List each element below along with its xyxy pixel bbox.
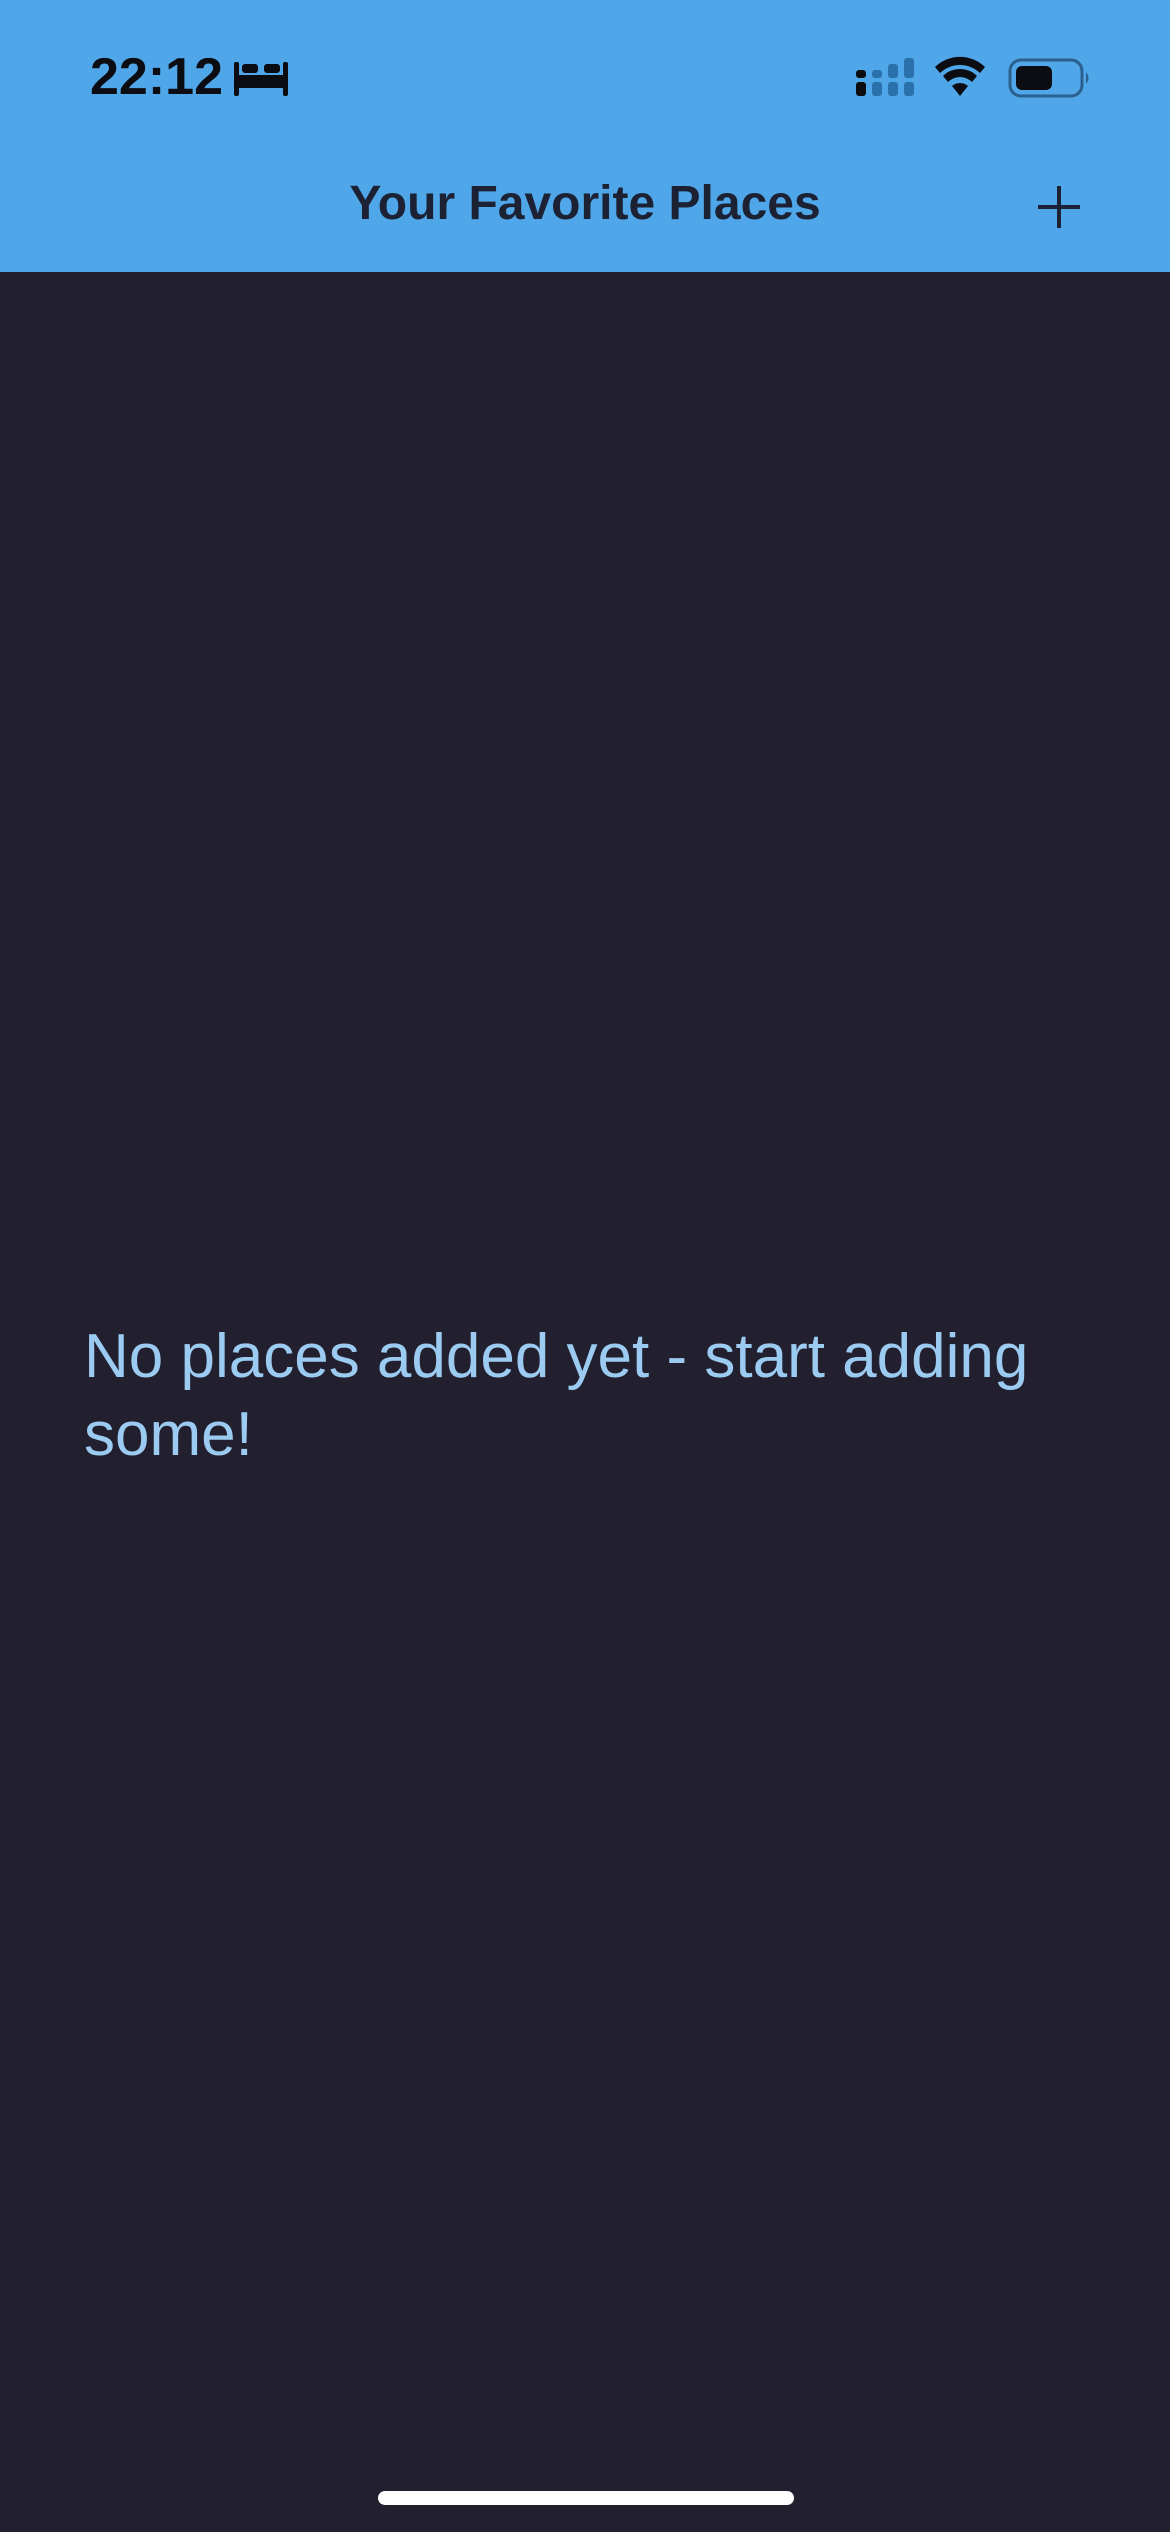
plus-icon bbox=[1030, 178, 1088, 236]
wifi-icon bbox=[934, 56, 986, 98]
bed-icon bbox=[232, 58, 290, 98]
home-indicator[interactable] bbox=[378, 2491, 794, 2505]
page-title: Your Favorite Places bbox=[349, 177, 821, 230]
status-bar: 22:12 bbox=[0, 0, 1170, 140]
cellular-signal-icon bbox=[854, 56, 916, 98]
header-background: 22:12 Your Favorite Places bbox=[0, 0, 1170, 272]
app-bar: Your Favorite Places bbox=[0, 140, 1170, 272]
battery-icon bbox=[1008, 56, 1092, 100]
add-place-button[interactable] bbox=[1030, 178, 1088, 236]
status-time: 22:12 bbox=[90, 48, 223, 106]
app-screen: 22:12 Your Favorite Places No places add… bbox=[0, 0, 1170, 2532]
empty-state-message: No places added yet - start adding some! bbox=[84, 1322, 1029, 1469]
